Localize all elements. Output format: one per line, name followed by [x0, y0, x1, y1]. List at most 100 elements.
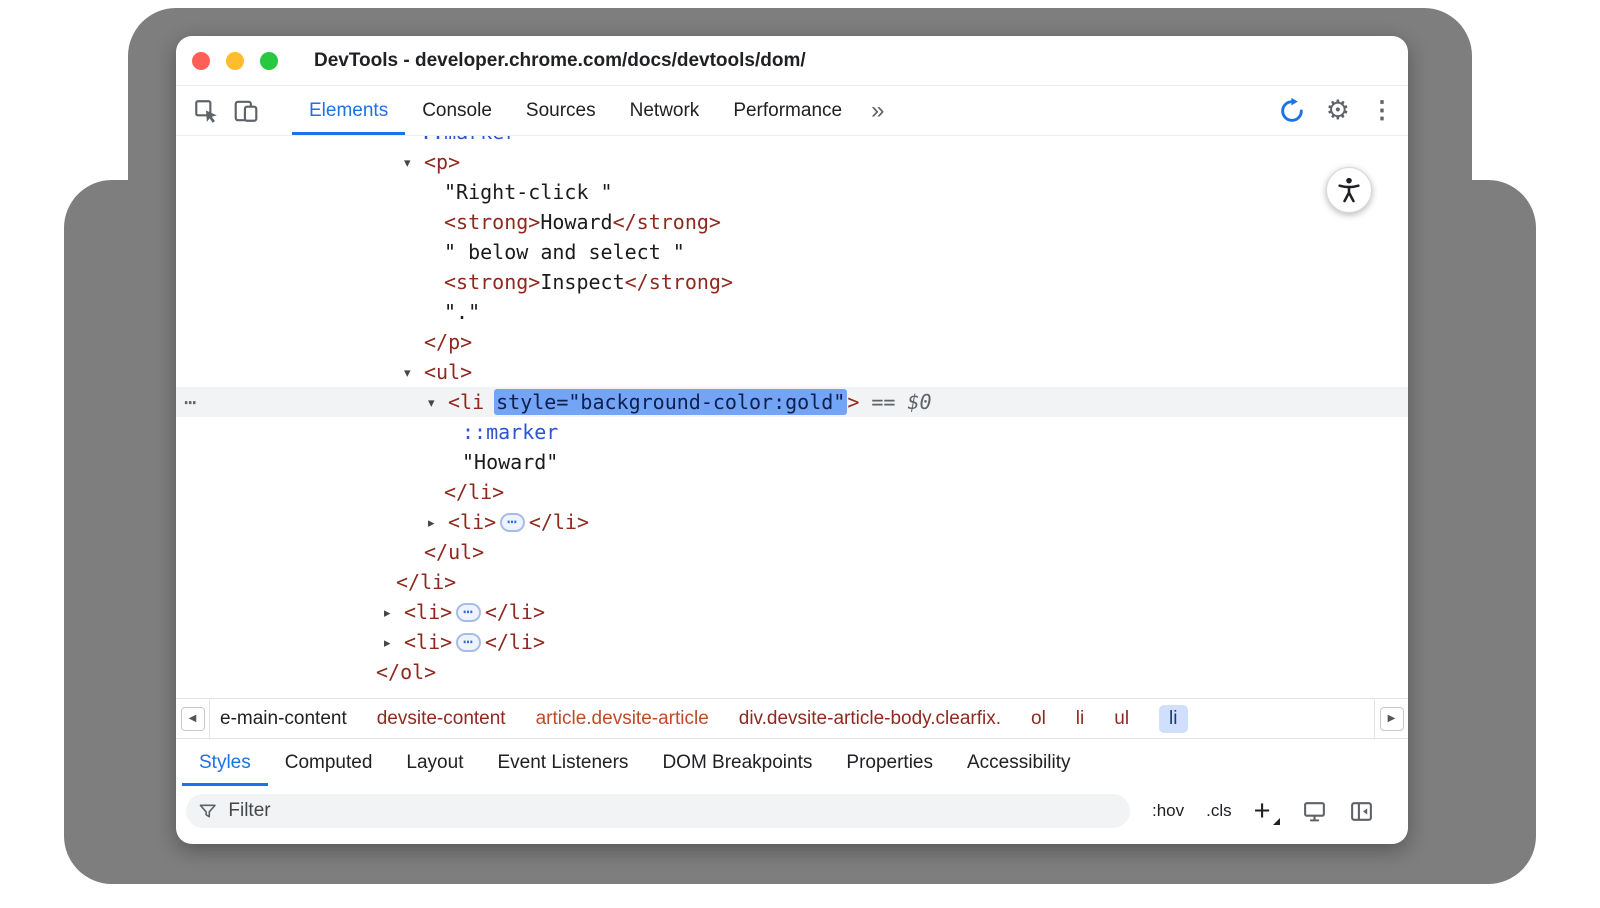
device-toolbar-icon[interactable] — [226, 86, 266, 135]
traffic-lights — [176, 52, 278, 70]
more-actions-icon[interactable]: ⋯ — [184, 387, 196, 417]
tab-styles[interactable]: Styles — [182, 739, 268, 786]
tree-line-p-open[interactable]: ▾<p> — [176, 147, 1408, 177]
tab-properties[interactable]: Properties — [829, 739, 950, 786]
devtools-toolbar: Elements Console Sources Network Perform… — [176, 86, 1408, 136]
tab-event-listeners[interactable]: Event Listeners — [480, 739, 645, 786]
tree-line-text-howard[interactable]: "Howard" — [176, 447, 1408, 477]
settings-gear-icon[interactable]: ⚙ — [1326, 97, 1350, 124]
tag-close-li: </li> — [485, 600, 545, 624]
tree-line-li-selected[interactable]: ⋯▾<listyle="background-color:gold">==$0 — [176, 387, 1408, 417]
rendering-display-icon[interactable] — [1302, 799, 1327, 824]
styles-toolbar: :hov .cls + — [176, 786, 1408, 836]
tab-computed[interactable]: Computed — [268, 739, 390, 786]
element-classes-button[interactable]: .cls — [1206, 801, 1232, 821]
window-titlebar: DevTools - developer.chrome.com/docs/dev… — [176, 36, 1408, 86]
text-node: Howard — [540, 210, 612, 234]
window-title: DevTools - developer.chrome.com/docs/dev… — [314, 50, 806, 72]
filter-input[interactable] — [226, 799, 1118, 823]
text-node: "Right-click " — [444, 180, 613, 204]
tab-label: Computed — [285, 752, 373, 774]
sync-icon[interactable] — [1278, 97, 1306, 125]
breadcrumb-bar: ◀ e-main-content devsite-content article… — [176, 698, 1408, 738]
plus-icon: + — [1254, 795, 1271, 827]
tag-open-strong: <strong> — [444, 270, 540, 294]
tag-open-li: <li> — [404, 600, 452, 624]
tab-accessibility[interactable]: Accessibility — [950, 739, 1087, 786]
breadcrumb-scroll-right-button[interactable]: ▶ — [1374, 699, 1408, 738]
tree-line-p-close[interactable]: </p> — [176, 327, 1408, 357]
more-tabs-icon[interactable]: » — [859, 86, 896, 135]
tab-sources[interactable]: Sources — [509, 86, 613, 135]
tab-label: Console — [422, 100, 492, 122]
attribute-style-highlighted[interactable]: style="background-color:gold" — [494, 389, 847, 415]
tag-close-strong: </strong> — [625, 270, 733, 294]
kebab-menu-icon[interactable]: ⋮ — [1370, 99, 1394, 123]
tree-line-ol-close[interactable]: </ol> — [176, 657, 1408, 687]
tab-label: Elements — [309, 100, 388, 122]
dollar-zero-badge: $0 — [907, 390, 931, 414]
tree-line-li-close[interactable]: </li> — [176, 477, 1408, 507]
tab-elements[interactable]: Elements — [292, 86, 405, 135]
expand-arrow-icon[interactable]: ▸ — [428, 509, 448, 539]
tree-line-li-collapsed[interactable]: ▸<li>⋯</li> — [176, 627, 1408, 657]
window-bottom-spacer — [176, 836, 1408, 844]
styles-filter-field[interactable] — [186, 794, 1130, 828]
page-background: DevTools - developer.chrome.com/docs/dev… — [0, 0, 1600, 908]
pseudo-marker-label: ::marker — [420, 136, 516, 144]
tab-dom-breakpoints[interactable]: DOM Breakpoints — [645, 739, 829, 786]
equals-hint: == — [871, 390, 895, 414]
collapse-arrow-icon[interactable]: ▾ — [428, 389, 448, 419]
tab-label: Styles — [199, 752, 251, 774]
breadcrumb-item[interactable]: div.devsite-article-body.clearfix. — [739, 708, 1001, 730]
breadcrumb-item[interactable]: li — [1076, 708, 1084, 730]
breadcrumb-item[interactable]: ol — [1031, 708, 1046, 730]
tree-line-text-period[interactable]: "." — [176, 297, 1408, 327]
breadcrumb-item[interactable]: devsite-content — [377, 708, 506, 730]
toggle-element-state-button[interactable]: :hov — [1152, 801, 1184, 821]
tab-network[interactable]: Network — [613, 86, 717, 135]
tree-line-ul-close[interactable]: </ul> — [176, 537, 1408, 567]
hidden-children-icon[interactable]: ⋯ — [500, 513, 525, 532]
accessibility-button[interactable] — [1326, 167, 1372, 213]
tab-layout[interactable]: Layout — [389, 739, 480, 786]
tag-close-strong: </strong> — [613, 210, 721, 234]
breadcrumb-item[interactable]: e-main-content — [220, 708, 347, 730]
collapse-arrow-icon[interactable]: ▾ — [404, 149, 424, 179]
tree-line-text-rightclick[interactable]: "Right-click " — [176, 177, 1408, 207]
tab-performance[interactable]: Performance — [716, 86, 859, 135]
toggle-sidebar-icon[interactable] — [1349, 799, 1374, 824]
tree-line-strong-inspect[interactable]: <strong>Inspect</strong> — [176, 267, 1408, 297]
tag-open-li: <li — [448, 390, 484, 414]
chevron-right-icon: ▶ — [1380, 707, 1404, 731]
breadcrumb-item[interactable]: article.devsite-article — [536, 708, 709, 730]
tag-close-li: </li> — [485, 630, 545, 654]
tree-line-marker[interactable]: ::marker — [176, 417, 1408, 447]
hidden-children-icon[interactable]: ⋯ — [456, 633, 481, 652]
tree-line-strong-howard[interactable]: <strong>Howard</strong> — [176, 207, 1408, 237]
tree-line-li-collapsed[interactable]: ▸<li>⋯</li> — [176, 597, 1408, 627]
collapse-arrow-icon[interactable]: ▾ — [404, 359, 424, 389]
hidden-children-icon[interactable]: ⋯ — [456, 603, 481, 622]
breadcrumb-item[interactable]: ul — [1114, 708, 1129, 730]
pseudo-marker-label: ::marker — [462, 420, 558, 444]
tree-line-marker-clipped[interactable]: ::marker — [176, 136, 1408, 147]
breadcrumb-item-selected[interactable]: li — [1159, 705, 1187, 733]
close-window-button[interactable] — [192, 52, 210, 70]
tree-line-ul-open[interactable]: ▾<ul> — [176, 357, 1408, 387]
tree-line-text-below[interactable]: " below and select " — [176, 237, 1408, 267]
maximize-window-button[interactable] — [260, 52, 278, 70]
accessibility-person-icon — [1335, 176, 1363, 204]
tree-line-li-close-outer[interactable]: </li> — [176, 567, 1408, 597]
tag-open-strong: <strong> — [444, 210, 540, 234]
tag-open-ul: <ul> — [424, 360, 472, 384]
expand-arrow-icon[interactable]: ▸ — [384, 629, 404, 659]
breadcrumb-scroll-left-button[interactable]: ◀ — [176, 699, 210, 738]
tab-console[interactable]: Console — [405, 86, 509, 135]
tag-close-li: </li> — [444, 480, 504, 504]
minimize-window-button[interactable] — [226, 52, 244, 70]
inspect-element-icon[interactable] — [186, 86, 226, 135]
expand-arrow-icon[interactable]: ▸ — [384, 599, 404, 629]
tree-line-li-collapsed[interactable]: ▸<li>⋯</li> — [176, 507, 1408, 537]
new-style-rule-button[interactable]: + — [1254, 797, 1280, 826]
